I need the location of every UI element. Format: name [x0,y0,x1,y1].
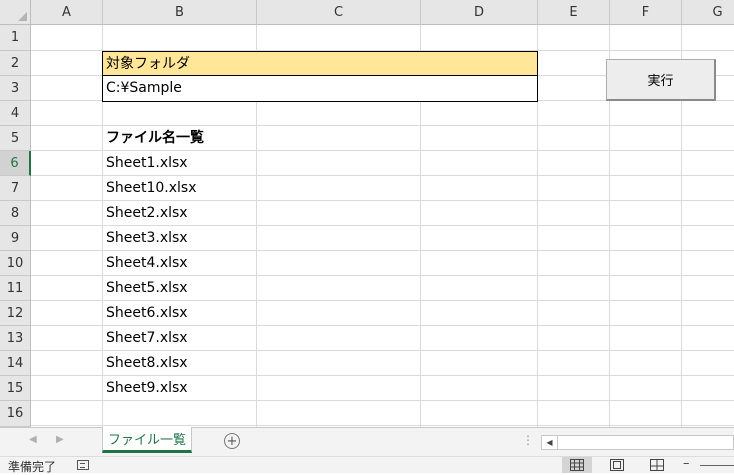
column-header-c[interactable]: C [257,0,421,25]
file-list-cell[interactable]: Sheet4.xlsx [103,251,257,276]
row-header-16[interactable]: 16 [0,401,31,427]
row-header-12[interactable]: 12 [0,301,31,326]
row-header-3[interactable]: 3 [0,76,31,101]
tab-next-icon[interactable]: ▶ [56,434,64,445]
select-all-button[interactable] [0,0,31,25]
add-sheet-icon[interactable]: + [224,433,240,449]
folder-label-cell[interactable]: 対象フォルダ [102,51,538,76]
zoom-slider[interactable] [700,465,734,466]
row-header-11[interactable]: 11 [0,276,31,301]
column-header-g[interactable]: G [682,0,734,25]
file-list-cell[interactable]: Sheet5.xlsx [103,276,257,301]
row-header-1[interactable]: 1 [0,25,31,51]
folder-path-cell[interactable]: C:¥Sample [102,76,538,102]
status-ready: 準備完了 [8,460,57,474]
sheet-tab-file-list[interactable]: ファイル一覧 [102,427,192,453]
sheet-tab-bar: ◀ ▶ ファイル一覧 + ⋮ ◀ [0,427,734,456]
tab-split-handle[interactable]: ⋮ [522,433,534,447]
row-header-2[interactable]: 2 [0,51,31,76]
column-header-f[interactable]: F [610,0,682,25]
row-header-14[interactable]: 14 [0,351,31,376]
file-list-cell[interactable]: Sheet10.xlsx [103,176,257,201]
normal-view-icon[interactable] [562,457,592,473]
column-header-e[interactable]: E [538,0,610,25]
file-list-cell[interactable]: Sheet9.xlsx [103,376,257,401]
row-header-9[interactable]: 9 [0,226,31,251]
column-header-d[interactable]: D [421,0,538,25]
gridline [31,425,734,426]
file-list-cell[interactable]: Sheet8.xlsx [103,351,257,376]
file-list-cell[interactable]: Sheet6.xlsx [103,301,257,326]
row-header-4[interactable]: 4 [0,101,31,126]
file-list-cell[interactable]: Sheet1.xlsx [103,151,257,176]
row-header-15[interactable]: 15 [0,376,31,401]
status-bar: 準備完了 – [0,456,734,474]
file-list-header-cell[interactable]: ファイル名一覧 [103,126,257,151]
row-header-13[interactable]: 13 [0,326,31,351]
sort-corner-icon [18,12,27,21]
file-list-cell[interactable]: Sheet2.xlsx [103,201,257,226]
page-layout-icon[interactable] [602,457,632,473]
row-header-8[interactable]: 8 [0,201,31,226]
row-header-7[interactable]: 7 [0,176,31,201]
page-break-icon[interactable] [642,457,672,473]
row-header-10[interactable]: 10 [0,251,31,276]
spreadsheet-grid[interactable]: A B C D E F G 1 2 3 4 5 6 7 8 9 10 11 12… [0,0,734,427]
column-header-b[interactable]: B [103,0,257,25]
scroll-left-icon[interactable]: ◀ [542,436,558,449]
macro-record-icon[interactable] [77,460,89,470]
row-header-5[interactable]: 5 [0,126,31,151]
file-list-cell[interactable]: Sheet7.xlsx [103,326,257,351]
horizontal-scrollbar[interactable]: ◀ [541,435,734,450]
run-button[interactable]: 実行 [606,59,716,101]
tab-prev-icon[interactable]: ◀ [29,434,37,445]
zoom-out-icon[interactable]: – [683,456,690,471]
column-header-a[interactable]: A [31,0,103,25]
row-header-6[interactable]: 6 [0,151,31,176]
file-list-cell[interactable]: Sheet3.xlsx [103,226,257,251]
